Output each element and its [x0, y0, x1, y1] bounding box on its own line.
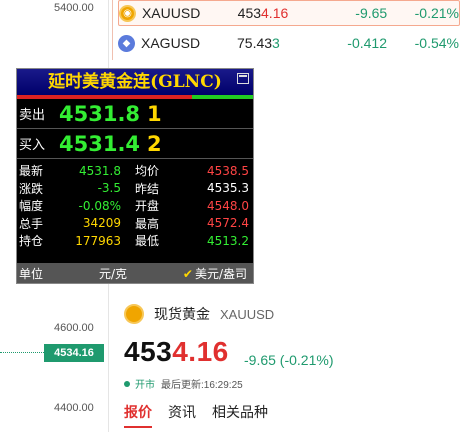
sell-label: 卖出 — [19, 108, 46, 123]
axis-tick: 4400.00 — [54, 402, 94, 414]
tab-related[interactable]: 相关品种 — [212, 402, 268, 428]
tab-quote[interactable]: 报价 — [124, 402, 152, 428]
stat-row: 总手 34209 最高 4572.4 — [19, 216, 249, 231]
stat-row: 幅度 -0.08% 开盘 4548.0 — [19, 198, 249, 214]
sell-price: 4531.8 — [59, 101, 141, 126]
glnc-quote-widget: 延时美黄金连(GLNC) 卖出 4531.8 1 买入 4531.4 2 最新 4… — [16, 68, 254, 284]
quote-percent: -0.54% — [414, 35, 459, 51]
quote-change: -0.412 — [347, 35, 387, 51]
stat-row: 涨跌 -3.5 昨结 4535.3 — [19, 181, 249, 196]
buy-qty: 2 — [147, 131, 162, 156]
status-dot-icon — [124, 380, 130, 387]
quote-change: -9.65 — [355, 5, 388, 21]
buy-row: 买入 4531.4 2 — [17, 129, 253, 159]
sell-row: 卖出 4531.8 1 — [17, 99, 253, 129]
current-price-line — [0, 352, 44, 353]
instrument-price: 4534.16 — [124, 336, 229, 367]
current-price-marker: 4534.16 — [44, 344, 104, 362]
gold-icon: ◉ — [119, 4, 136, 22]
quote-price: 75.433 — [237, 35, 280, 51]
instrument-code: XAUUSD — [220, 306, 275, 322]
detail-tabs: 报价 资讯 相关品种 — [124, 402, 284, 428]
unit-option-usd[interactable]: ✔ 美元/盎司 — [127, 265, 253, 282]
gold-icon — [124, 304, 144, 324]
window-maximize-icon[interactable] — [237, 73, 249, 84]
glnc-title: 延时美黄金连(GLNC) — [17, 69, 253, 95]
tab-news[interactable]: 资讯 — [168, 402, 196, 428]
last-updated: 最后更新:16:29:25 — [161, 380, 243, 391]
market-open-label: 开市 — [135, 380, 155, 391]
instrument-change: -9.65 (-0.21%) — [244, 352, 334, 368]
check-icon: ✔ — [182, 266, 193, 281]
sell-qty: 1 — [147, 101, 162, 126]
buy-price: 4531.4 — [59, 131, 141, 156]
quote-row-xagusd[interactable]: ◆ XAGUSD 75.433 -0.412 -0.54% — [118, 30, 460, 56]
axis-tick: 4600.00 — [54, 322, 94, 334]
instrument-detail: 现货黄金 XAUUSD 4534.16 -9.65 (-0.21%) 开市 最后… — [112, 290, 460, 432]
unit-label: 单位 — [19, 266, 44, 281]
market-status: 开市 最后更新:16:29:25 — [124, 376, 243, 391]
buy-label: 买入 — [19, 138, 46, 153]
instrument-header: 现货黄金 XAUUSD — [124, 304, 274, 324]
glnc-footer: 单位 元/克 ✔ 美元/盎司 — [17, 263, 253, 283]
unit-option-cny[interactable]: 元/克 — [47, 265, 127, 282]
stat-row: 持仓 177963 最低 4513.2 — [19, 233, 249, 249]
quote-symbol: XAUUSD — [141, 5, 201, 21]
instrument-name: 现货黄金 — [154, 306, 210, 322]
bid-ask-ratio-bar — [17, 95, 253, 99]
axis-tick: 5400.00 — [54, 2, 94, 14]
quote-symbol: XAGUSD — [141, 35, 201, 51]
quote-percent: -0.21% — [414, 5, 459, 21]
quote-price: 4534.16 — [237, 5, 289, 21]
silver-icon: ◆ — [118, 34, 135, 52]
quote-row-xauusd[interactable]: ◉ XAUUSD 4534.16 -9.65 -0.21% — [118, 0, 460, 26]
stat-row: 最新 4531.8 均价 4538.5 — [19, 163, 249, 179]
